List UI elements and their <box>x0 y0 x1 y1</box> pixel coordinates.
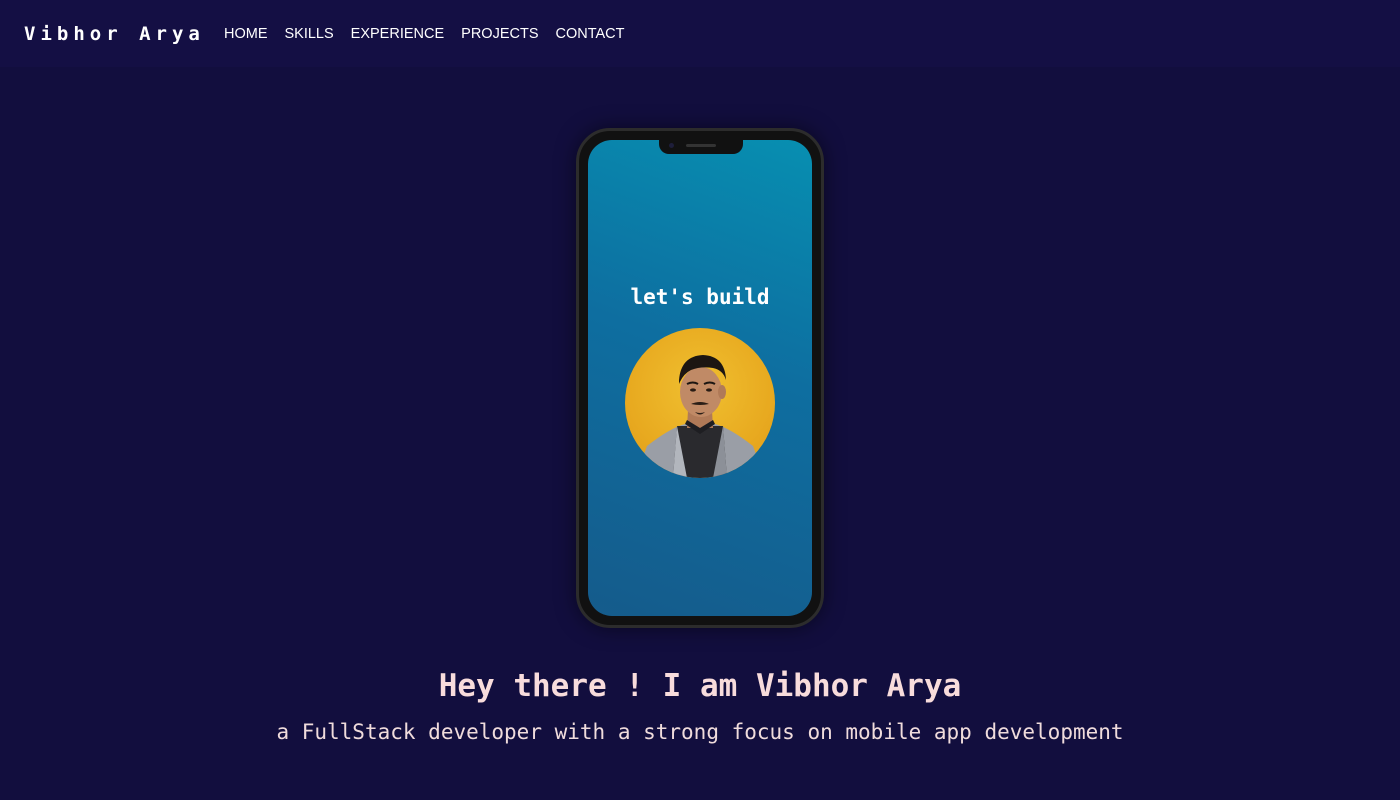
profile-photo <box>635 355 765 478</box>
phone-mockup: let's build <box>576 128 824 628</box>
brand-logo[interactable]: Vibhor Arya <box>24 21 205 47</box>
camera-icon <box>669 143 674 148</box>
avatar <box>625 328 775 478</box>
hero-headline: Hey there ! I am Vibhor Arya <box>438 668 962 704</box>
phone-heading: let's build <box>630 285 770 309</box>
nav-link-projects[interactable]: PROJECTS <box>461 25 538 43</box>
speaker-icon <box>686 144 716 147</box>
nav-link-experience[interactable]: EXPERIENCE <box>351 25 444 43</box>
nav-link-contact[interactable]: CONTACT <box>556 25 625 43</box>
phone-screen: let's build <box>588 140 812 616</box>
nav-link-skills[interactable]: SKILLS <box>285 25 334 43</box>
phone-notch <box>659 140 743 154</box>
hero-tagline: a FullStack developer with a strong focu… <box>276 720 1124 744</box>
navbar: Vibhor Arya HOME SKILLS EXPERIENCE PROJE… <box>0 0 1400 67</box>
nav-links: HOME SKILLS EXPERIENCE PROJECTS CONTACT <box>224 25 642 43</box>
nav-link-home[interactable]: HOME <box>224 25 268 43</box>
